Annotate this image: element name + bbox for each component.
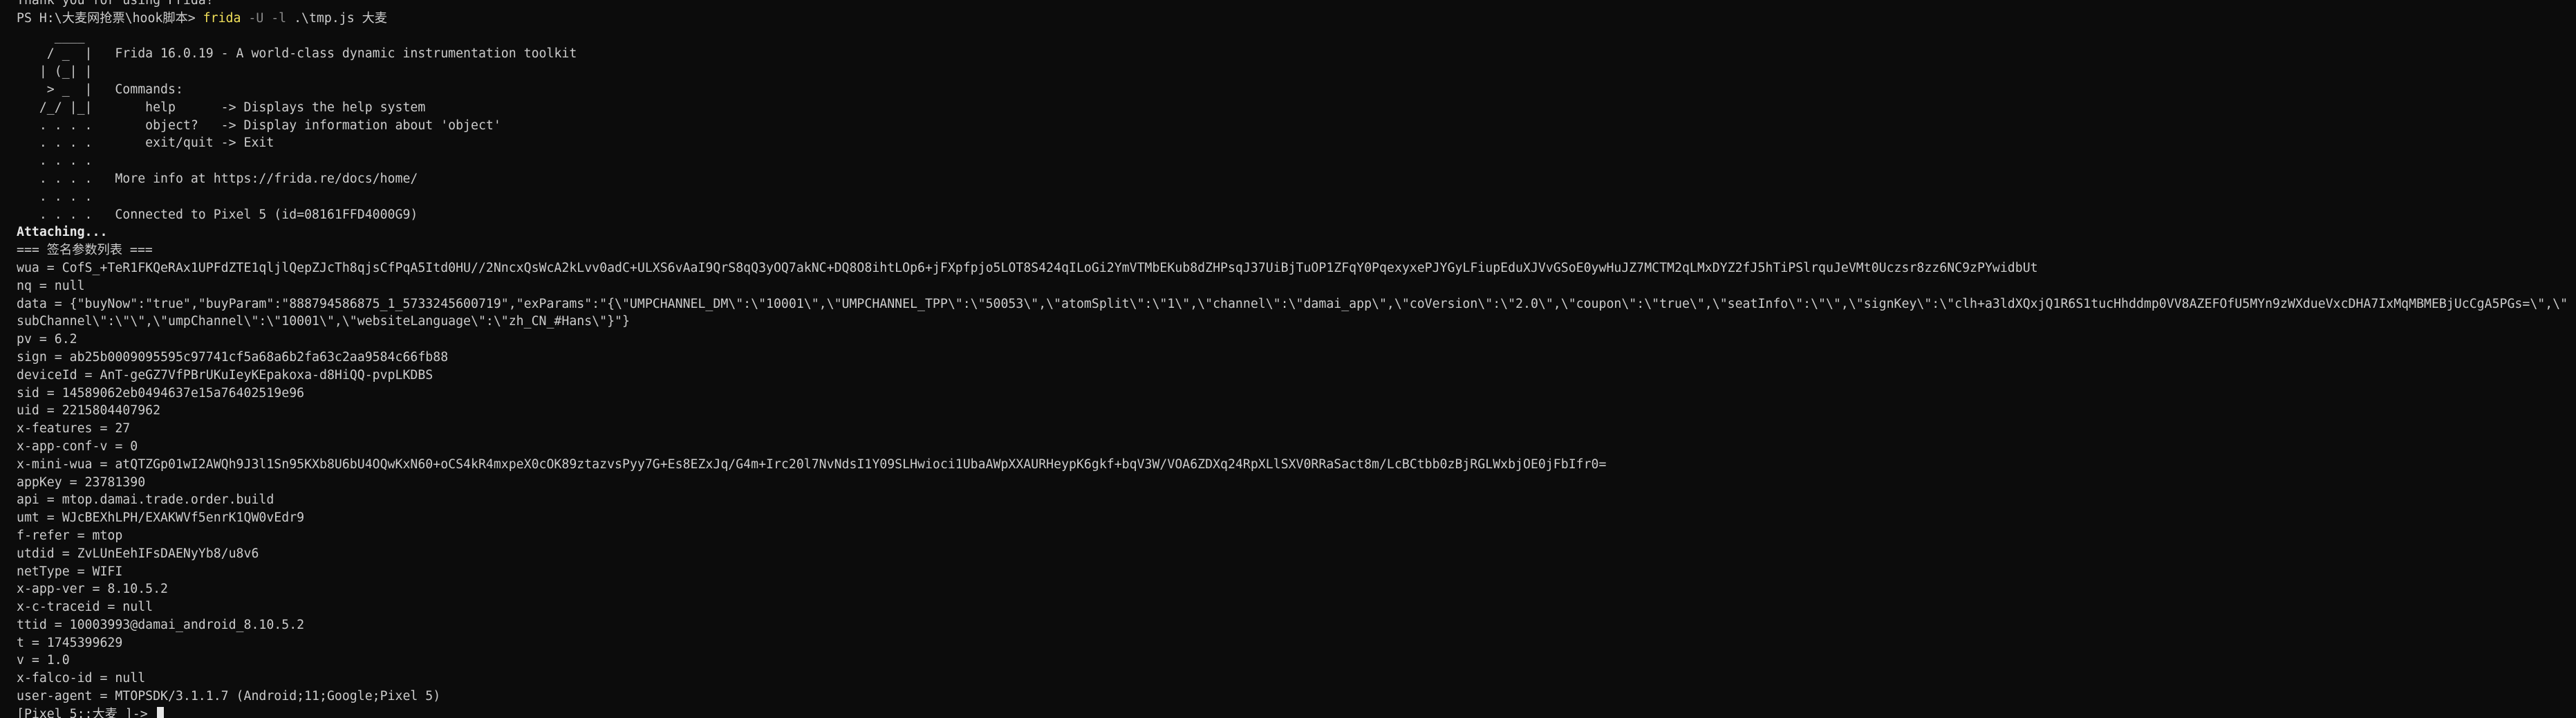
shell-prompt: PS H:\大麦网抢票\hook脚本>: [17, 10, 203, 26]
banner-art: | (_| |: [17, 64, 108, 80]
banner-art: ____: [17, 28, 108, 44]
output-line-api: api = mtop.damai.trade.order.build: [17, 493, 274, 508]
output-line-x-c-traceid: x-c-traceid = null: [17, 600, 153, 615]
output-line-umt: umt = WJcBEXhLPH/EXAKWVf5enrK1QW0vEdr9: [17, 510, 305, 526]
command-line: PS H:\大麦网抢票\hook脚本> frida -U -l .\tmp.js…: [17, 10, 2576, 28]
output-line-sid: sid = 14589062eb0494637e15a76402519e96: [17, 385, 305, 401]
output-line-x-falco-id: x-falco-id = null: [17, 671, 146, 686]
output-line-ttid: ttid = 10003993@damai_android_8.10.5.2: [17, 617, 305, 632]
banner-text: help -> Displays the help system: [107, 100, 426, 115]
command-args: .\tmp.js 大麦: [286, 10, 387, 26]
banner-art: . . . .: [17, 189, 108, 204]
output-line-user-agent: user-agent = MTOPSDK/3.1.1.7 (Android;11…: [17, 689, 441, 704]
terminal-window[interactable]: Thank you for using Frida! PS H:\大麦网抢票\h…: [0, 0, 2576, 718]
banner-text: object? -> Display information about 'ob…: [107, 118, 501, 133]
output-line-nq: nq = null: [17, 278, 85, 293]
output-line-v: v = 1.0: [17, 653, 70, 668]
banner-text: Connected to Pixel 5 (id=08161FFD4000G9): [107, 207, 418, 222]
banner-line: . . . . More info at https://frida.re/do…: [17, 170, 2576, 188]
banner-line: > _ | Commands:: [17, 81, 2576, 99]
command-flags: -U -l: [241, 10, 287, 26]
output-line-t: t = 1745399629: [17, 635, 123, 650]
output-line-appkey: appKey = 23781390: [17, 475, 146, 490]
banner-art: . . . .: [17, 171, 108, 186]
banner-art: . . . .: [17, 154, 108, 169]
frida-repl-prompt: [Pixel 5::大麦 ]->: [17, 706, 156, 718]
text-cursor: [156, 706, 164, 718]
banner-art: / _ |: [17, 46, 108, 62]
output-line-data: data = {"buyNow":"true","buyParam":"8887…: [17, 296, 2568, 311]
banner-line: . . . .: [17, 188, 2576, 206]
output-line-x-mini-wua: x-mini-wua = atQTZGp01wI2AWQh9J3l1Sn95KX…: [17, 457, 1607, 472]
output-line-wua: wua = CofS_+TeR1FKQeRAx1UPFdZTE1qljlQepZ…: [17, 260, 2038, 275]
banner-line: . . . . object? -> Display information a…: [17, 117, 2576, 135]
output-line-sign: sign = ab25b0009095595c97741cf5a68a6b2fa…: [17, 349, 449, 365]
banner-art: /_/ |_|: [17, 100, 108, 115]
output-line-pv: pv = 6.2: [17, 332, 77, 347]
banner-line: | (_| |: [17, 63, 2576, 81]
banner-text: Commands:: [107, 82, 183, 97]
banner-art: . . . .: [17, 118, 108, 133]
output-line-x-app-conf-v: x-app-conf-v = 0: [17, 439, 138, 454]
banner-art: . . . .: [17, 207, 108, 222]
output-line-f-refer: f-refer = mtop: [17, 528, 123, 543]
section-header: === 签名参数列表 ===: [17, 243, 153, 258]
banner-text: More info at https://frida.re/docs/home/: [107, 171, 418, 186]
banner-line: . . . . Connected to Pixel 5 (id=08161FF…: [17, 206, 2576, 224]
output-line-uid: uid = 2215804407962: [17, 403, 161, 418]
banner-text: exit/quit -> Exit: [107, 136, 274, 151]
attaching-status: Attaching...: [17, 225, 108, 240]
banner-line: / _ | Frida 16.0.19 - A world-class dyna…: [17, 45, 2576, 63]
output-line-x-app-ver: x-app-ver = 8.10.5.2: [17, 582, 168, 597]
command-name: frida: [203, 10, 241, 26]
output-line-nettype: netType = WIFI: [17, 564, 123, 579]
frida-repl-line[interactable]: [Pixel 5::大麦 ]->: [17, 706, 2576, 718]
banner-art: > _ |: [17, 82, 108, 97]
output-line-data-continued: subChannel\":\"\",\"umpChannel\":\"10001…: [17, 314, 630, 329]
banner-line: /_/ |_| help -> Displays the help system: [17, 99, 2576, 117]
banner-line: . . . . exit/quit -> Exit: [17, 134, 2576, 152]
previous-output-line: Thank you for using Frida!: [17, 0, 214, 8]
output-line-deviceid: deviceId = AnT-geGZ7VfPBrUKuIeyKEpakoxa-…: [17, 367, 433, 383]
banner-art: . . . .: [17, 136, 108, 151]
banner-line: ____: [17, 28, 2576, 46]
banner-text: Frida 16.0.19 - A world-class dynamic in…: [107, 46, 577, 62]
output-line-utdid: utdid = ZvLUnEehIFsDAENyYb8/u8v6: [17, 546, 259, 561]
banner-line: . . . .: [17, 152, 2576, 170]
output-line-x-features: x-features = 27: [17, 421, 131, 436]
